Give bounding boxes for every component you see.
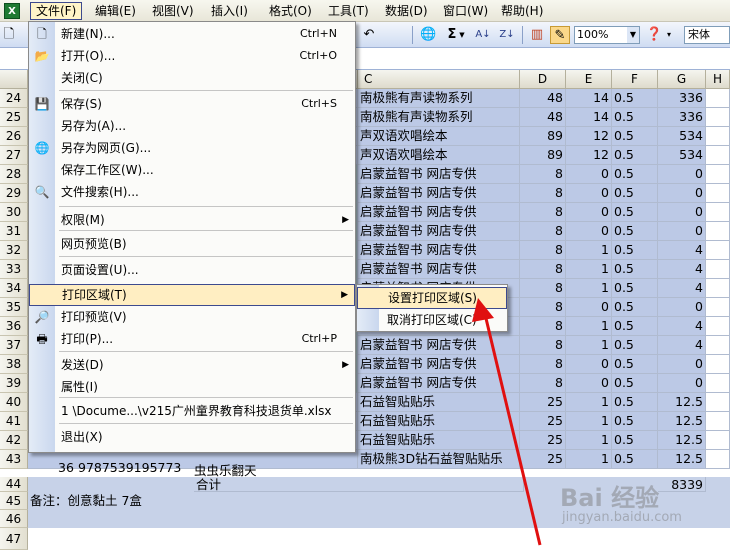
annotation-arrow bbox=[472, 298, 542, 546]
arrow-shaft bbox=[482, 309, 542, 546]
excel-window: X 文件(F) 编辑(E) 视图(V) 插入(I) 格式(O) 工具(T) 数据… bbox=[0, 0, 730, 550]
arrow-head bbox=[472, 298, 494, 322]
baidu-watermark: Bai 经验 bbox=[560, 484, 660, 512]
baidu-watermark-url: jingyan.baidu.com bbox=[562, 510, 682, 525]
